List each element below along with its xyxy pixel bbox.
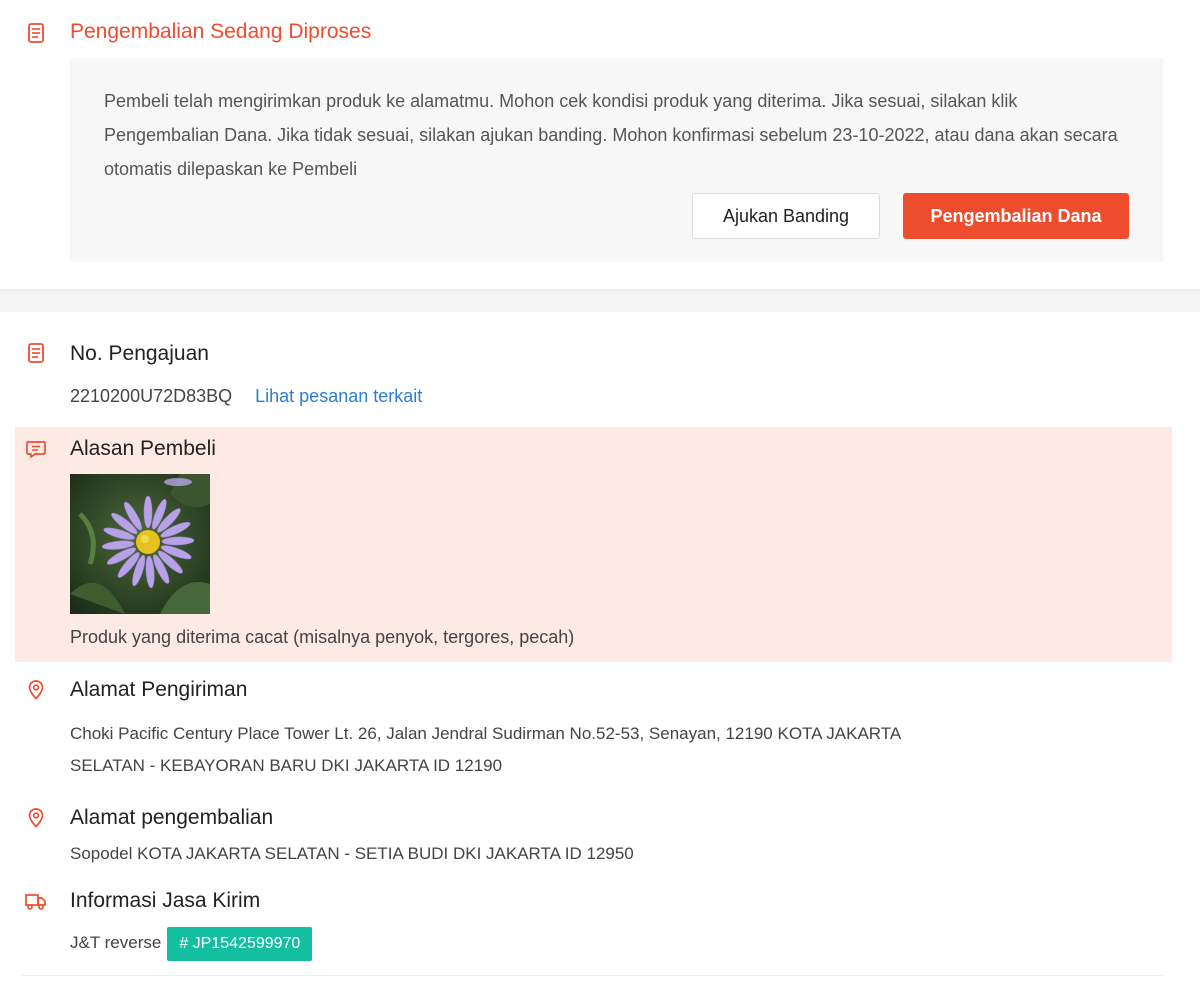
request-number-title: No. Pengajuan	[70, 342, 209, 365]
return-address-text: Sopodel KOTA JAKARTA SELATAN - SETIA BUD…	[70, 844, 634, 863]
refund-button[interactable]: Pengembalian Dana	[903, 193, 1129, 239]
document-icon	[23, 340, 49, 366]
courier-name: J&T reverse	[70, 933, 162, 952]
tracking-number-badge[interactable]: # JP1542599970	[167, 926, 313, 961]
courier-info-row: J&T reverse # JP1542599970	[70, 926, 313, 961]
section-divider	[0, 289, 1200, 312]
location-pin-icon	[23, 805, 49, 831]
request-number-row: 2210200U72D83BQ Lihat pesanan terkait	[70, 380, 422, 412]
appeal-button[interactable]: Ajukan Banding	[692, 193, 880, 239]
bottom-divider	[22, 975, 1165, 976]
notice-message: Pembeli telah mengirimkan produk ke alam…	[104, 91, 1118, 179]
shipping-address-line2: SELATAN - KEBAYORAN BARU DKI JAKARTA ID …	[70, 756, 503, 775]
buyer-reason-title: Alasan Pembeli	[70, 437, 216, 460]
buyer-reason-text: Produk yang diterima cacat (misalnya pen…	[70, 627, 575, 647]
status-title: Pengembalian Sedang Diproses	[70, 20, 372, 43]
shipping-address-title: Alamat Pengiriman	[70, 678, 248, 701]
chat-bubble-icon	[23, 436, 49, 462]
request-number: 2210200U72D83BQ	[70, 386, 233, 406]
related-order-link[interactable]: Lihat pesanan terkait	[255, 386, 422, 406]
return-address-title: Alamat pengembalian	[70, 806, 274, 829]
shipping-address-line1: Choki Pacific Century Place Tower Lt. 26…	[70, 724, 902, 743]
courier-info-title: Informasi Jasa Kirim	[70, 889, 261, 912]
location-pin-icon	[23, 677, 49, 703]
document-icon	[23, 20, 49, 46]
notice-box: Pembeli telah mengirimkan produk ke alam…	[70, 58, 1163, 262]
evidence-photo[interactable]	[70, 474, 210, 614]
truck-icon	[23, 888, 49, 914]
refund-status-card: Pengembalian Sedang Diproses Pembeli tel…	[0, 0, 1200, 289]
